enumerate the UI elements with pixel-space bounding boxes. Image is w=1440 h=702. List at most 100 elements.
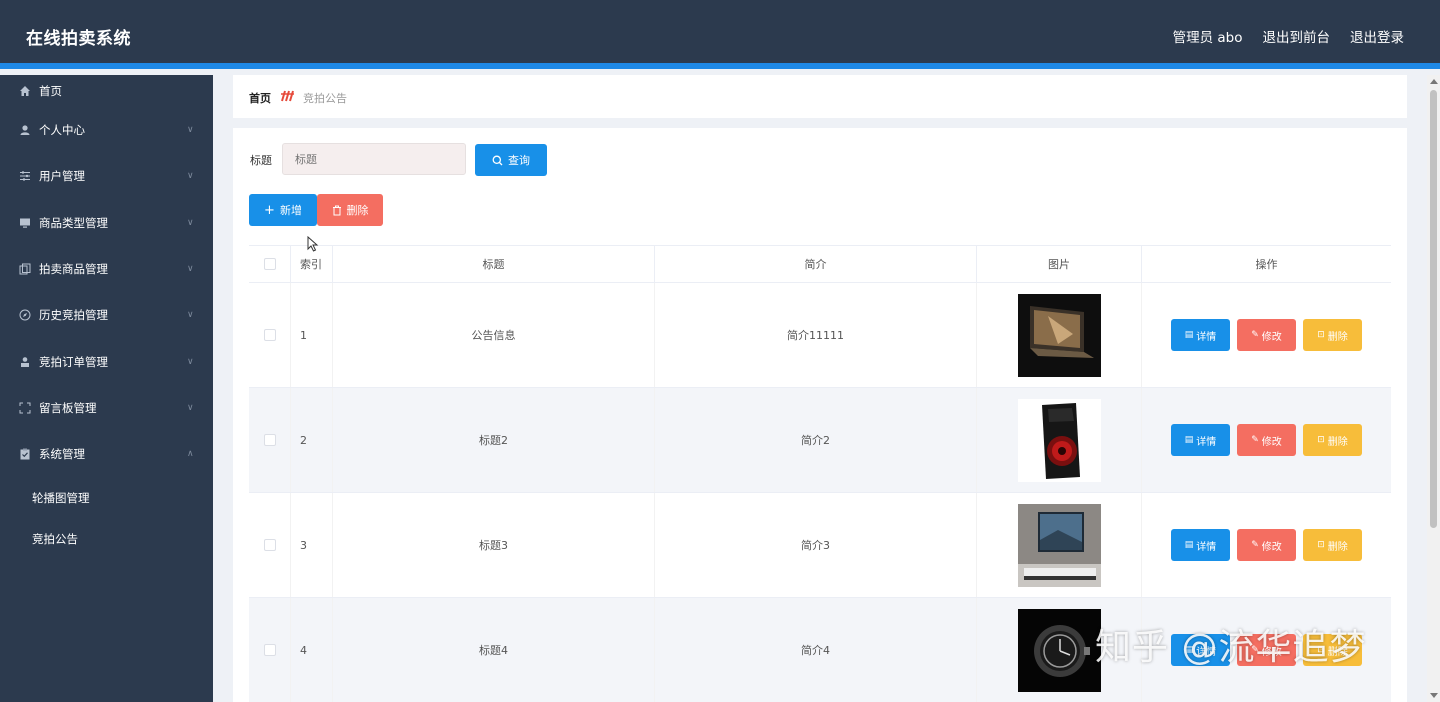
sidebar-item-personal-center[interactable]: 个人中心 ∨ xyxy=(0,107,213,153)
row-image-cell xyxy=(977,283,1142,387)
detail-button[interactable]: ▤ 详情 xyxy=(1171,529,1230,561)
sidebar-item-message-board[interactable]: 留言板管理 ∨ xyxy=(0,385,213,431)
row-ops-cell: ▤ 详情 ✎ 修改 ⊡ 删除 xyxy=(1142,283,1391,387)
edit-button[interactable]: ✎ 修改 xyxy=(1237,529,1296,561)
document-icon: ▤ xyxy=(1184,540,1194,550)
document-icon: ▤ xyxy=(1184,435,1194,445)
trash-icon xyxy=(332,205,341,215)
edit-button[interactable]: ✎ 修改 xyxy=(1237,634,1296,666)
chevron-down-icon: ∨ xyxy=(187,310,194,321)
frame-icon xyxy=(18,401,32,415)
scroll-up-icon[interactable] xyxy=(1430,79,1438,84)
row-checkbox[interactable] xyxy=(263,434,276,446)
edit-label: 修改 xyxy=(1261,646,1282,658)
chevron-up-icon: ∧ xyxy=(187,449,194,460)
row-checkbox-cell xyxy=(249,388,291,492)
batch-delete-button[interactable]: 删除 xyxy=(317,194,383,226)
sidebar-item-auction-goods[interactable]: 拍卖商品管理 ∨ xyxy=(0,246,213,292)
trash-icon: ⊡ xyxy=(1317,645,1325,655)
page-scrollbar[interactable] xyxy=(1427,75,1440,702)
monitor-icon xyxy=(18,216,32,230)
row-title: 公告信息 xyxy=(333,283,655,387)
row-title: 标题4 xyxy=(333,598,655,702)
pencil-icon: ✎ xyxy=(1251,540,1259,550)
edit-button[interactable]: ✎ 修改 xyxy=(1237,424,1296,456)
sidebar-item-auction-orders[interactable]: 竞拍订单管理 ∨ xyxy=(0,338,213,384)
row-image-cell xyxy=(977,598,1142,702)
sidebar-item-label: 拍卖商品管理 xyxy=(39,262,108,277)
sidebar-item-user-management[interactable]: 用户管理 ∨ xyxy=(0,153,213,199)
trash-icon: ⊡ xyxy=(1317,435,1325,445)
pc-case-image xyxy=(1017,398,1101,482)
row-ops-cell: ▤ 详情 ✎ 修改 ⊡ 删除 xyxy=(1142,388,1391,492)
user-icon xyxy=(18,123,32,137)
trash-icon: ⊡ xyxy=(1317,330,1325,340)
delete-label: 删除 xyxy=(1327,436,1348,448)
search-input[interactable] xyxy=(282,143,466,175)
top-header: 在线拍卖系统 管理员 abo 退出到前台 退出登录 xyxy=(0,0,1440,69)
detail-label: 详情 xyxy=(1196,541,1217,553)
detail-button[interactable]: ▤ 详情 xyxy=(1171,424,1230,456)
row-index: 3 xyxy=(291,493,333,597)
row-checkbox-cell xyxy=(249,493,291,597)
sidebar-item-label: 商品类型管理 xyxy=(39,215,108,230)
edit-button[interactable]: ✎ 修改 xyxy=(1237,319,1296,351)
breadcrumb-card: 首页 竞拍公告 xyxy=(233,75,1407,118)
header-intro: 简介 xyxy=(655,246,977,282)
header-ops: 操作 xyxy=(1255,258,1278,271)
breadcrumb-home[interactable]: 首页 xyxy=(249,90,271,106)
table-header: 索引 标题 简介 图片 操作 xyxy=(249,246,1391,283)
detail-label: 详情 xyxy=(1196,436,1217,448)
table-row: 4 标题4 简介4 ▤ 详情 ✎ 修改 ⊡ 删除 xyxy=(249,598,1391,702)
row-intro: 简介4 xyxy=(655,598,977,702)
scroll-down-icon[interactable] xyxy=(1430,693,1438,698)
laptop-image xyxy=(1017,293,1101,377)
logout-link[interactable]: 退出登录 xyxy=(1350,26,1404,46)
scroll-thumb[interactable] xyxy=(1430,90,1437,528)
sidebar-item-category-management[interactable]: 商品类型管理 ∨ xyxy=(0,200,213,246)
sidebar-item-label: 用户管理 xyxy=(39,169,85,184)
exit-front-link[interactable]: 退出到前台 xyxy=(1263,26,1331,46)
sidebar-item-history-auction[interactable]: 历史竞拍管理 ∨ xyxy=(0,292,213,338)
row-intro: 简介2 xyxy=(655,388,977,492)
add-button[interactable]: + 新增 xyxy=(249,194,317,226)
mouse-cursor-icon xyxy=(307,236,319,252)
table-row: 2 标题2 简介2 ▤ 详情 ✎ 修改 ⊡ 删除 xyxy=(249,388,1391,493)
plus-icon: + xyxy=(264,202,275,218)
sidebar-subitem-auction-notice[interactable]: 竞拍公告 xyxy=(0,518,213,559)
sidebar-item-label: 竞拍订单管理 xyxy=(39,354,108,369)
row-index: 1 xyxy=(291,283,333,387)
row-checkbox-cell xyxy=(249,283,291,387)
detail-button[interactable]: ▤ 详情 xyxy=(1171,634,1230,666)
main-card: 标题 查询 + 新增 删除 索引 标题 简介 图片 操作 1 公告信息 简介11… xyxy=(233,128,1407,702)
delete-button[interactable]: ⊡ 删除 xyxy=(1303,424,1362,456)
sidebar-item-label: 系统管理 xyxy=(39,447,85,462)
query-button[interactable]: 查询 xyxy=(475,144,547,176)
row-checkbox[interactable] xyxy=(263,329,276,341)
delete-button[interactable]: ⊡ 删除 xyxy=(1303,634,1362,666)
pencil-icon: ✎ xyxy=(1251,435,1259,445)
header-image: 图片 xyxy=(977,246,1142,282)
row-image-cell xyxy=(977,493,1142,597)
select-all-checkbox[interactable] xyxy=(263,258,276,270)
delete-button[interactable]: ⊡ 删除 xyxy=(1303,529,1362,561)
compass-icon xyxy=(18,308,32,322)
detail-button[interactable]: ▤ 详情 xyxy=(1171,319,1230,351)
trash-icon: ⊡ xyxy=(1317,540,1325,550)
row-index: 2 xyxy=(291,388,333,492)
copy-icon xyxy=(18,262,32,276)
edit-label: 修改 xyxy=(1261,436,1282,448)
sidebar-subitem-carousel[interactable]: 轮播图管理 xyxy=(0,477,213,518)
breadcrumb: 首页 竞拍公告 xyxy=(249,90,347,106)
row-checkbox[interactable] xyxy=(263,644,276,656)
chevron-down-icon: ∨ xyxy=(187,171,194,182)
breadcrumb-current: 竞拍公告 xyxy=(303,92,347,105)
row-ops-cell: ▤ 详情 ✎ 修改 ⊡ 删除 xyxy=(1142,598,1391,702)
sidebar-item-label: 首页 xyxy=(39,84,62,98)
sidebar-item-system-management[interactable]: 系统管理 ∧ xyxy=(0,431,213,477)
sidebar-item-home[interactable]: 首页 xyxy=(0,75,213,107)
delete-label: 删除 xyxy=(1327,331,1348,343)
row-checkbox-cell xyxy=(249,598,291,702)
row-checkbox[interactable] xyxy=(263,539,276,551)
delete-button[interactable]: ⊡ 删除 xyxy=(1303,319,1362,351)
